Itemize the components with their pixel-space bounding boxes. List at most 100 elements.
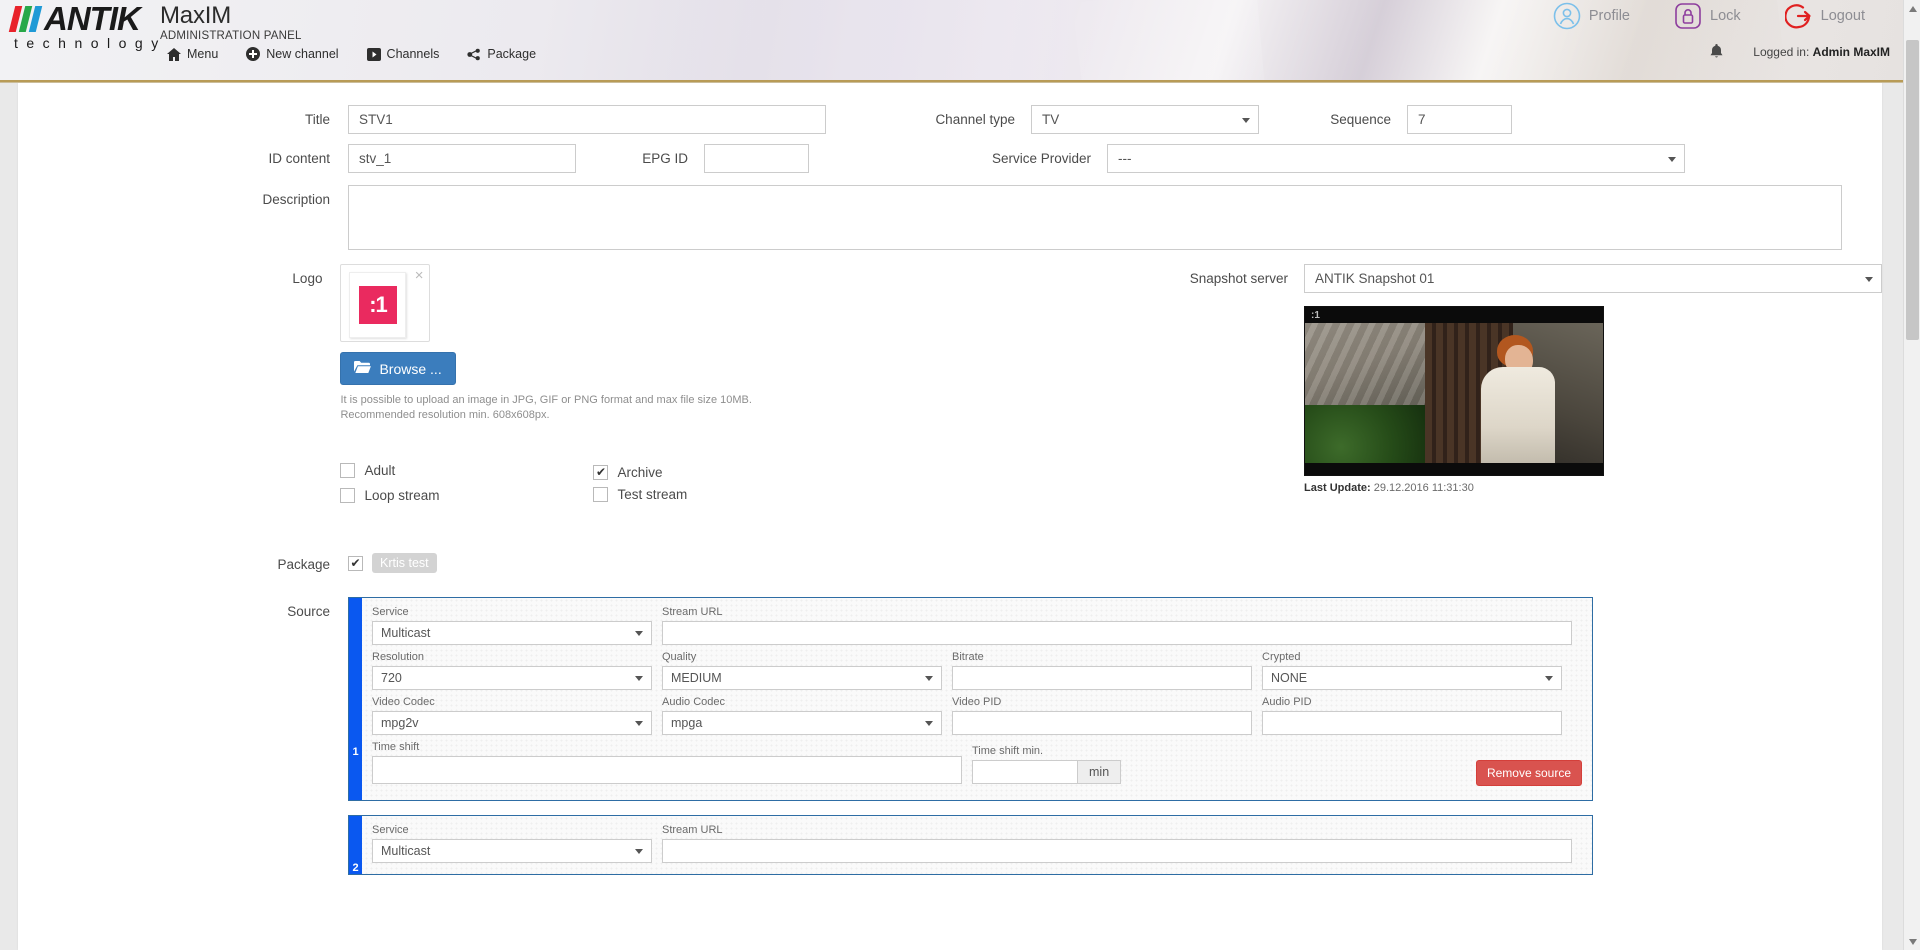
checkbox-loop-stream-label: Loop stream bbox=[364, 488, 440, 503]
scroll-down-button[interactable] bbox=[1904, 933, 1920, 950]
content-sheet: Title Channel type TV Sequence ID conten… bbox=[18, 83, 1883, 950]
logo-hint-line-1: It is possible to upload an image in JPG… bbox=[340, 394, 752, 406]
source-block: 2 Service Multicast Stream URL bbox=[348, 815, 1593, 875]
audio-pid-label: Audio PID bbox=[1262, 696, 1312, 708]
stream-url-input[interactable] bbox=[662, 839, 1572, 863]
crypted-value: NONE bbox=[1262, 666, 1562, 690]
quality-value: MEDIUM bbox=[662, 666, 942, 690]
page-body: Title Channel type TV Sequence ID conten… bbox=[0, 83, 1920, 950]
brand-name: ANTIK bbox=[44, 0, 141, 37]
brand-stripes-icon bbox=[8, 6, 45, 32]
checkbox-test-stream-label: Test stream bbox=[617, 486, 688, 502]
logged-in-status: Logged in: Admin MaxIM bbox=[1710, 44, 1890, 59]
user-circle-icon bbox=[1553, 2, 1581, 30]
crypted-label: Crypted bbox=[1262, 651, 1301, 663]
logo-thumbnail: :1 bbox=[349, 272, 407, 338]
plus-circle-icon bbox=[246, 47, 261, 61]
sequence-label: Sequence bbox=[1330, 112, 1391, 127]
service-provider-value: --- bbox=[1107, 144, 1685, 173]
caret-up-icon bbox=[1908, 5, 1917, 12]
bitrate-input[interactable] bbox=[952, 666, 1252, 690]
quality-select[interactable]: MEDIUM bbox=[662, 666, 942, 690]
service-value: Multicast bbox=[372, 839, 652, 863]
audio-codec-select[interactable]: mpga bbox=[662, 711, 942, 735]
epg-id-input[interactable] bbox=[704, 144, 809, 173]
admin-panel-page: ANTIK technology MaxIM ADMINISTRATION PA… bbox=[0, 0, 1920, 950]
nav-item-new-channel[interactable]: New channel bbox=[242, 44, 342, 64]
logo-preview: × :1 bbox=[340, 264, 431, 342]
audio-pid-input[interactable] bbox=[1262, 711, 1562, 735]
app-subtitle: ADMINISTRATION PANEL bbox=[160, 30, 302, 42]
checkbox-archive-label: Archive bbox=[617, 464, 663, 480]
stream-url-input[interactable] bbox=[662, 621, 1572, 645]
epg-id-label: EPG ID bbox=[642, 151, 688, 166]
source-block: 1 Service Multicast Stream URL Resolutio… bbox=[348, 597, 1593, 801]
service-select[interactable]: Multicast bbox=[372, 621, 652, 645]
page-scrollbar[interactable] bbox=[1903, 0, 1920, 950]
profile-button[interactable]: Profile bbox=[1553, 2, 1630, 30]
remove-logo-icon[interactable]: × bbox=[415, 268, 424, 283]
nav-item-channels[interactable]: Channels bbox=[363, 44, 444, 64]
logged-in-user: Admin MaxIM bbox=[1812, 44, 1890, 59]
checkbox-adult-box bbox=[340, 463, 356, 478]
title-input[interactable] bbox=[348, 105, 826, 134]
logo-upload-hint: It is possible to upload an image in JPG… bbox=[340, 393, 1028, 423]
stream-url-label: Stream URL bbox=[662, 606, 723, 618]
main-navigation: Menu New channel Channels Package bbox=[163, 44, 540, 64]
channel-type-value: TV bbox=[1031, 105, 1259, 134]
snapshot-server-select[interactable]: ANTIK Snapshot 01 bbox=[1304, 264, 1883, 293]
remove-source-button[interactable]: Remove source bbox=[1475, 760, 1582, 786]
resolution-label: Resolution bbox=[372, 651, 424, 663]
lock-label: Lock bbox=[1710, 8, 1741, 24]
snapshot-server-value: ANTIK Snapshot 01 bbox=[1304, 264, 1883, 293]
logo-label: Logo bbox=[292, 271, 323, 286]
source-index: 2 bbox=[349, 816, 362, 874]
bell-icon[interactable] bbox=[1710, 44, 1723, 59]
logout-button[interactable]: Logout bbox=[1783, 2, 1865, 30]
nav-item-package[interactable]: Package bbox=[463, 44, 540, 64]
lock-button[interactable]: Lock bbox=[1674, 2, 1741, 30]
source-label: Source bbox=[287, 604, 330, 619]
nav-item-menu[interactable]: Menu bbox=[163, 44, 222, 64]
checkbox-adult[interactable]: Adult bbox=[340, 463, 395, 478]
package-checkbox[interactable]: ✔ Krtis test bbox=[348, 550, 437, 573]
time-shift-input[interactable] bbox=[372, 756, 962, 784]
channel-type-select[interactable]: TV bbox=[1031, 105, 1259, 134]
scrollbar-thumb[interactable] bbox=[1906, 40, 1919, 340]
time-shift-min-unit: min bbox=[1077, 760, 1122, 784]
sequence-input[interactable] bbox=[1407, 105, 1512, 134]
snapshot-preview: :1 bbox=[1304, 306, 1605, 476]
logo-mark: :1 bbox=[358, 286, 397, 324]
checkbox-test-stream-box bbox=[593, 486, 609, 502]
logo-hint-line-2: Recommended resolution min. 608x608px. bbox=[340, 409, 550, 421]
service-select[interactable]: Multicast bbox=[372, 839, 652, 863]
checkbox-loop-stream[interactable]: Loop stream bbox=[340, 488, 440, 503]
scroll-up-button[interactable] bbox=[1904, 0, 1920, 17]
checkbox-test-stream[interactable]: Test stream bbox=[593, 486, 688, 502]
logout-label: Logout bbox=[1820, 8, 1865, 24]
checkbox-adult-label: Adult bbox=[364, 463, 396, 478]
app-name: MaxIM bbox=[160, 2, 232, 29]
package-checkbox-box: ✔ bbox=[348, 555, 363, 571]
time-shift-min-group: min bbox=[972, 760, 1272, 784]
snapshot-last-update: Last Update: 29.12.2016 11:31:30 bbox=[1304, 482, 1882, 494]
video-codec-label: Video Codec bbox=[372, 696, 435, 708]
time-shift-min-label: Time shift min. bbox=[972, 745, 1044, 757]
play-box-icon bbox=[366, 47, 381, 61]
browse-button[interactable]: Browse ... bbox=[340, 352, 456, 385]
checkbox-archive[interactable]: ✔ Archive bbox=[593, 464, 663, 480]
video-codec-select[interactable]: mpg2v bbox=[372, 711, 652, 735]
time-shift-min-input[interactable] bbox=[972, 760, 1077, 784]
last-update-value: 29.12.2016 11:31:30 bbox=[1373, 482, 1474, 494]
service-label: Service bbox=[372, 824, 409, 836]
package-label: Package bbox=[277, 557, 330, 572]
caret-down-icon bbox=[1908, 938, 1917, 945]
resolution-select[interactable]: 720 bbox=[372, 666, 652, 690]
bitrate-label: Bitrate bbox=[952, 651, 984, 663]
id-content-input[interactable] bbox=[348, 144, 576, 173]
description-textarea[interactable] bbox=[348, 185, 1842, 250]
crypted-select[interactable]: NONE bbox=[1262, 666, 1562, 690]
source-index: 1 bbox=[349, 598, 362, 800]
video-pid-input[interactable] bbox=[952, 711, 1252, 735]
service-provider-select[interactable]: --- bbox=[1107, 144, 1685, 173]
